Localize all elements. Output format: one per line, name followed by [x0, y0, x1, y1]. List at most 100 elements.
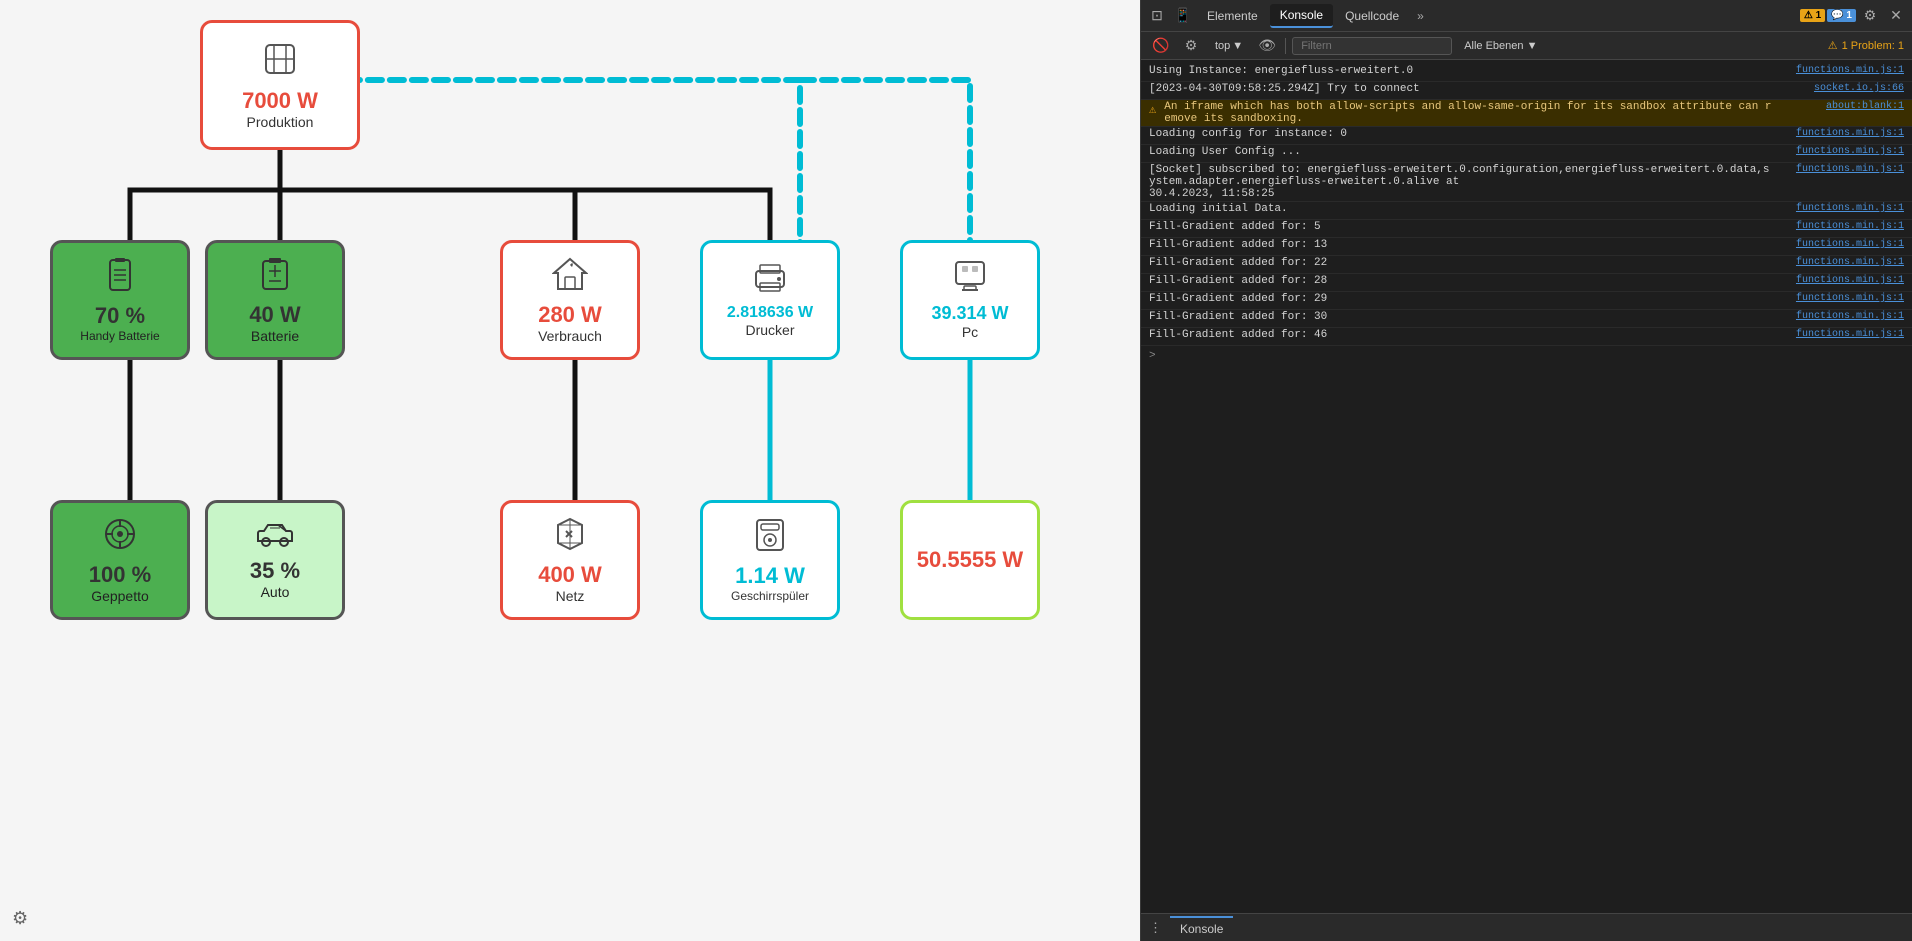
- console-msg: Fill-Gradient added for: 30: [1149, 311, 1776, 323]
- console-line: Fill-Gradient added for: 46 functions.min…: [1141, 328, 1912, 346]
- top-selector[interactable]: top ▼: [1209, 38, 1249, 54]
- console-source[interactable]: functions.min.js:1: [1784, 146, 1904, 157]
- problems-badge: ⚠ 1 Problem: 1: [1828, 39, 1904, 52]
- settings-icon[interactable]: ⚙: [12, 908, 28, 929]
- geppetto-label: Geppetto: [91, 588, 149, 604]
- console-msg: Fill-Gradient added for: 5: [1149, 221, 1776, 233]
- handy-batterie-value: 70 %: [95, 303, 145, 329]
- levels-selector[interactable]: Alle Ebenen ▼: [1458, 38, 1543, 54]
- node-pc[interactable]: 39.314 W Pc: [900, 240, 1040, 360]
- auto-value: 35 %: [250, 558, 300, 584]
- node-batterie[interactable]: 40 W Batterie: [205, 240, 345, 360]
- console-msg: Loading User Config ...: [1149, 146, 1776, 158]
- auto-label: Auto: [261, 584, 290, 600]
- close-devtools-icon[interactable]: ✕: [1884, 4, 1908, 28]
- console-source[interactable]: functions.min.js:1: [1784, 203, 1904, 214]
- console-source[interactable]: functions.min.js:1: [1784, 65, 1904, 76]
- mobile-icon[interactable]: 📱: [1171, 4, 1195, 28]
- node-auto[interactable]: 35 % Auto: [205, 500, 345, 620]
- netz-value: 400 W: [538, 562, 602, 588]
- geschirrspuler-value: 1.14 W: [735, 563, 805, 589]
- console-source[interactable]: functions.min.js:1: [1784, 311, 1904, 322]
- node-drucker[interactable]: 2.818636 W Drucker: [700, 240, 840, 360]
- node-geppetto[interactable]: 100 % Geppetto: [50, 500, 190, 620]
- console-line: Fill-Gradient added for: 30 functions.min…: [1141, 310, 1912, 328]
- netz-label: Netz: [556, 588, 585, 604]
- console-line: Loading config for instance: 0functions.…: [1141, 127, 1912, 145]
- problems-label: 1 Problem: 1: [1842, 40, 1904, 52]
- console-msg: Fill-Gradient added for: 46: [1149, 329, 1776, 341]
- devtools-toolbar: 🚫 ⚙ top ▼ 👁 Alle Ebenen ▼ ⚠ 1 Problem: 1: [1141, 32, 1912, 60]
- geschirrspuler-icon: [755, 518, 785, 559]
- handy-batterie-label: Handy Batterie: [80, 329, 159, 343]
- node-netz[interactable]: 400 W Netz: [500, 500, 640, 620]
- verbrauch-label: Verbrauch: [538, 328, 602, 344]
- geschirrspuler-label: Geschirrspüler: [731, 589, 809, 603]
- warning-badge: ⚠ 1: [1800, 9, 1825, 22]
- console-settings-icon[interactable]: ⚙: [1179, 34, 1203, 58]
- node-verbrauch[interactable]: 280 W Verbrauch: [500, 240, 640, 360]
- console-source[interactable]: functions.min.js:1: [1784, 239, 1904, 250]
- node-produktion[interactable]: 7000 W Produktion: [200, 20, 360, 150]
- console-line: Fill-Gradient added for: 22functions.min…: [1141, 256, 1912, 274]
- top-chevron: ▼: [1232, 40, 1243, 52]
- geppetto-icon: [103, 517, 137, 558]
- console-source[interactable]: functions.min.js:1: [1784, 221, 1904, 232]
- batterie-label: Batterie: [251, 328, 299, 344]
- console-line: Fill-Gradient added for: 5 functions.min.…: [1141, 220, 1912, 238]
- console-msg: Fill-Gradient added for: 28: [1149, 275, 1776, 287]
- pc-icon: [954, 260, 986, 299]
- netz-icon: [552, 517, 588, 558]
- filter-input[interactable]: [1292, 37, 1452, 55]
- energy-flow-panel: 7000 W Produktion 70 % Handy Batterie: [0, 0, 1140, 941]
- produktion-label: Produktion: [247, 114, 314, 130]
- console-msg: Fill-Gradient added for: 13: [1149, 239, 1776, 251]
- console-msg: Loading initial Data.: [1149, 203, 1776, 215]
- console-msg: [2023-04-30T09:58:25.294Z] Try to connec…: [1149, 83, 1776, 95]
- console-line: [Socket] subscribed to: energiefluss-erw…: [1141, 163, 1912, 202]
- devtools-topbar: ⊡ 📱 Elemente Konsole Quellcode » ⚠ 1 💬 1…: [1141, 0, 1912, 32]
- console-source[interactable]: functions.min.js:1: [1784, 275, 1904, 286]
- devtools-bottombar: ⋮ Konsole: [1141, 913, 1912, 941]
- console-source[interactable]: functions.min.js:1: [1784, 164, 1904, 175]
- console-output[interactable]: Using Instance: energiefluss-erweitert.0…: [1141, 60, 1912, 913]
- node-geschirrspuler[interactable]: 1.14 W Geschirrspüler: [700, 500, 840, 620]
- console-source[interactable]: functions.min.js:1: [1784, 128, 1904, 139]
- eye-icon[interactable]: 👁: [1255, 34, 1279, 58]
- more-tabs-btn[interactable]: »: [1411, 5, 1430, 27]
- message-badge: 💬 1: [1827, 9, 1856, 22]
- console-line: [2023-04-30T09:58:25.294Z] Try to connec…: [1141, 82, 1912, 100]
- batterie-value: 40 W: [249, 302, 300, 328]
- console-line: Fill-Gradient added for: 13 functions.min…: [1141, 238, 1912, 256]
- tab-elemente[interactable]: Elemente: [1197, 5, 1268, 27]
- console-line: Loading initial Data. functions.min.js:1: [1141, 202, 1912, 220]
- node-handy-batterie[interactable]: 70 % Handy Batterie: [50, 240, 190, 360]
- console-source[interactable]: functions.min.js:1: [1784, 293, 1904, 304]
- tab-konsole[interactable]: Konsole: [1270, 4, 1333, 28]
- settings-devtools-icon[interactable]: ⚙: [1858, 4, 1882, 28]
- warning-icon: ⚠: [1149, 102, 1156, 117]
- connections-svg: [0, 0, 1140, 941]
- energy-canvas: 7000 W Produktion 70 % Handy Batterie: [0, 0, 1140, 941]
- console-msg: [Socket] subscribed to: energiefluss-erw…: [1149, 164, 1776, 200]
- bottom-konsole-tab[interactable]: Konsole: [1170, 916, 1233, 940]
- console-source[interactable]: functions.min.js:1: [1784, 257, 1904, 268]
- unknown-value: 50.5555 W: [917, 547, 1023, 573]
- console-source[interactable]: functions.min.js:1: [1784, 329, 1904, 340]
- clear-console-icon[interactable]: 🚫: [1149, 34, 1173, 58]
- console-msg: Fill-Gradient added for: 29: [1149, 293, 1776, 305]
- toolbar-separator: [1285, 38, 1286, 54]
- inspect-icon[interactable]: ⊡: [1145, 4, 1169, 28]
- console-line: ⚠ An iframe which has both allow-scripts …: [1141, 100, 1912, 127]
- console-source[interactable]: about:blank:1: [1784, 101, 1904, 112]
- drucker-label: Drucker: [745, 322, 794, 338]
- geppetto-value: 100 %: [89, 562, 151, 588]
- console-line: Loading User Config ... functions.min.js:…: [1141, 145, 1912, 163]
- tab-quellcode[interactable]: Quellcode: [1335, 5, 1409, 27]
- console-msg: An iframe which has both allow-scripts a…: [1164, 101, 1776, 125]
- console-line: Using Instance: energiefluss-erweitert.0…: [1141, 64, 1912, 82]
- console-source[interactable]: socket.io.js:66: [1784, 83, 1904, 94]
- verbrauch-icon: [552, 257, 588, 298]
- node-unknown[interactable]: 50.5555 W: [900, 500, 1040, 620]
- bottombar-menu-icon[interactable]: ⋮: [1149, 920, 1162, 936]
